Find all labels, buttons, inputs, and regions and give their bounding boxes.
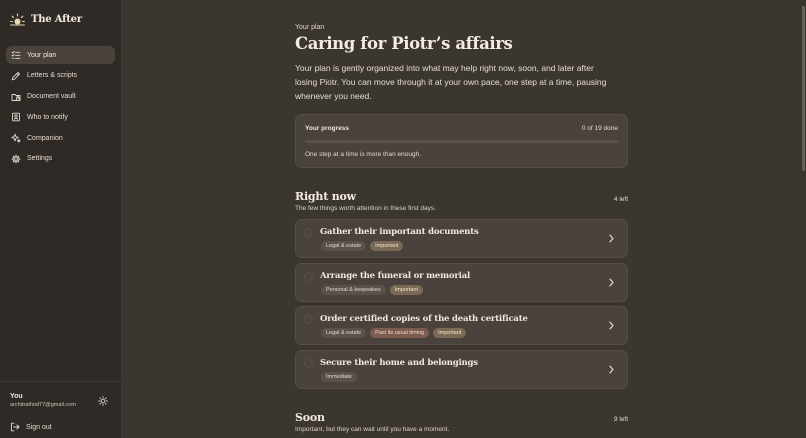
task-title: Secure their home and belongings [320, 358, 478, 368]
task-title: Arrange the funeral or memorial [320, 271, 471, 281]
sidebar-item-label: Letters & scripts [27, 72, 78, 80]
task-tag: Legal & estate [321, 241, 367, 251]
sidebar-item-settings[interactable]: Settings [6, 150, 115, 168]
task-card[interactable]: Secure their home and belongings Immedia… [295, 350, 628, 389]
chevron-right-icon [609, 278, 614, 287]
section-count-right-now: 4 left [613, 196, 628, 203]
task-tag: Immediate [321, 372, 357, 382]
task-tag: Personal & keepsakes [321, 285, 386, 295]
sign-out-button[interactable]: Sign out [10, 421, 52, 433]
task-checkbox[interactable] [304, 315, 313, 324]
chevron-right-icon [609, 365, 614, 374]
progress-count: 0 of 19 done [581, 125, 618, 132]
gear-icon [11, 154, 21, 164]
task-card[interactable]: Gather their important documents Legal &… [295, 219, 628, 258]
section-count-soon: 9 left [613, 416, 628, 423]
progress-label: Your progress [305, 125, 349, 132]
sidebar-item-label: Your plan [27, 51, 57, 59]
task-title: Order certified copies of the death cert… [320, 314, 528, 324]
sidebar-item-letters-scripts[interactable]: Letters & scripts [6, 67, 115, 85]
logout-icon [10, 422, 20, 432]
sidebar-item-label: Companion [27, 134, 63, 142]
sidebar-item-label: Settings [27, 155, 53, 163]
task-tags: Personal & keepsakes Important [321, 285, 423, 295]
scrollbar-thumb[interactable] [802, 6, 805, 171]
task-tags: Legal & estate Important [321, 241, 404, 251]
chevron-right-icon [609, 321, 614, 330]
page-intro: Your plan is gently organized into what … [295, 63, 607, 101]
folder-lock-icon [11, 93, 21, 101]
task-tag: Important [389, 285, 423, 295]
user-account: You architrathod77@gmail.com [10, 393, 114, 408]
sidebar-divider [0, 381, 122, 382]
brand[interactable]: The After [10, 11, 82, 27]
sidebar: The After Your plan Letters & scripts Do… [0, 0, 122, 438]
task-tags: Immediate [321, 372, 357, 382]
sidebar-item-who-to-notify[interactable]: Who to notify [6, 108, 115, 126]
sidebar-item-companion[interactable]: Companion [6, 129, 115, 147]
pen-icon [11, 71, 21, 81]
progress-bar [305, 140, 618, 143]
progress-card: Your progress 0 of 19 done One step at a… [295, 114, 628, 168]
sidebar-item-label: Document vault [27, 93, 76, 101]
sidebar-item-your-plan[interactable]: Your plan [6, 46, 115, 64]
page-title: Caring for Piotr’s affairs [295, 34, 513, 53]
sidebar-item-label: Who to notify [27, 113, 68, 121]
chevron-right-icon [609, 234, 614, 243]
task-checkbox[interactable] [304, 359, 313, 368]
section-title-right-now: Right now [295, 190, 356, 203]
sidebar-nav: Your plan Letters & scripts Document vau… [6, 46, 115, 171]
task-tag: Important [433, 328, 467, 338]
task-tag-overdue: Past its usual timing [370, 328, 430, 338]
section-title-soon: Soon [295, 411, 325, 424]
progress-note: One step at a time is more than enough. [305, 151, 421, 158]
task-checkbox[interactable] [304, 272, 313, 281]
page-scrollbar[interactable] [801, 0, 806, 438]
section-subtitle-right-now: The few things worth attention in these … [295, 205, 436, 212]
page-eyebrow: Your plan [295, 24, 325, 31]
task-card[interactable]: Order certified copies of the death cert… [295, 306, 628, 345]
task-card[interactable]: Arrange the funeral or memorial Personal… [295, 263, 628, 302]
section-subtitle-soon: Important, but they can wait until you h… [295, 426, 450, 433]
task-tag: Legal & estate [321, 328, 367, 338]
sun-icon[interactable] [98, 396, 108, 406]
sparkles-icon [11, 133, 21, 143]
task-checkbox[interactable] [304, 228, 313, 237]
sign-out-label: Sign out [26, 423, 52, 431]
sunrise-icon [10, 12, 25, 26]
task-tags: Legal & estate Past its usual timing Imp… [321, 328, 467, 338]
task-title: Gather their important documents [320, 227, 479, 237]
contacts-icon [12, 113, 20, 122]
task-tag: Important [370, 241, 404, 251]
sidebar-item-document-vault[interactable]: Document vault [6, 88, 115, 106]
checklist-icon [11, 50, 21, 59]
brand-name: The After [31, 13, 82, 25]
